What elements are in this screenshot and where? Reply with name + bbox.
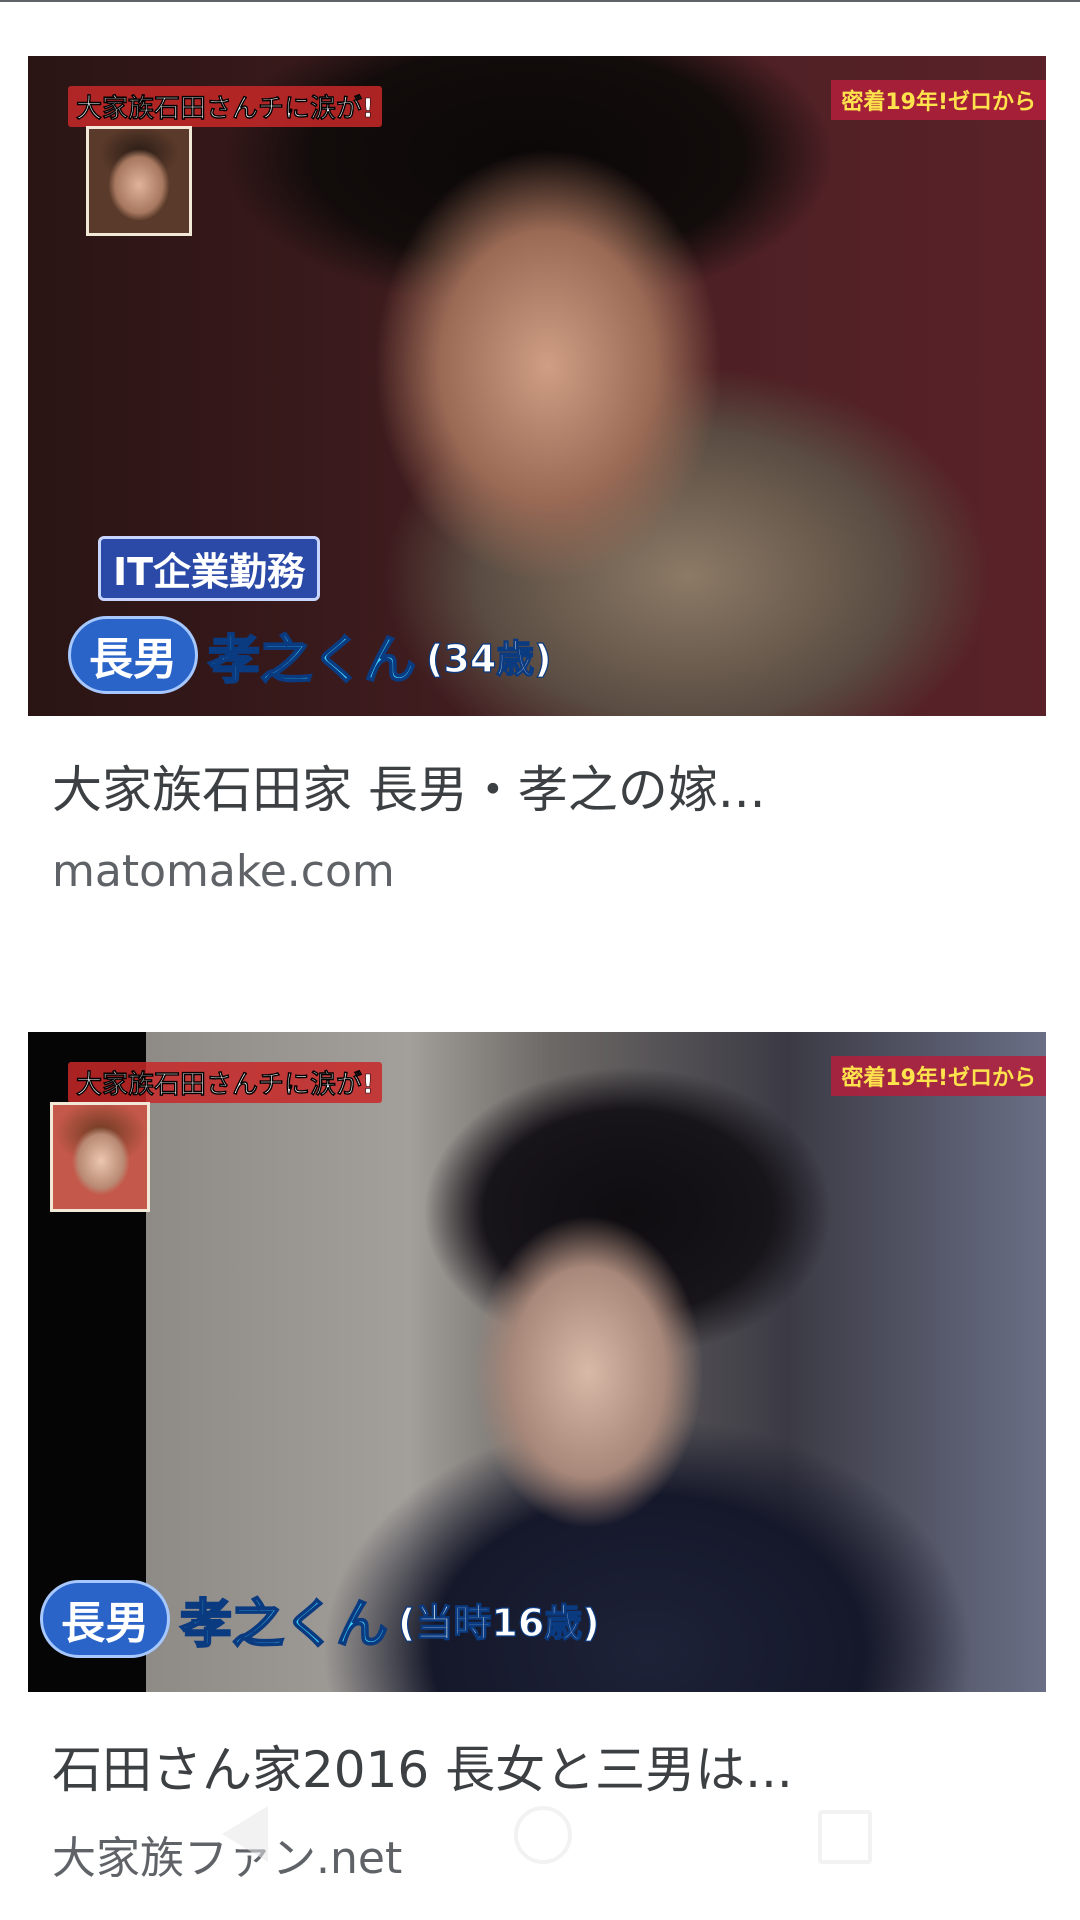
thumbnail-corner-text: 密着19年!ゼロから xyxy=(831,1056,1046,1096)
thumbnail-banner-text: 大家族石田さんチに涙が! xyxy=(68,86,382,127)
caption-age: (当時16歳) xyxy=(397,1600,600,1645)
nav-recents-icon[interactable] xyxy=(818,1810,872,1864)
caption-role-pill: 長男 xyxy=(40,1580,170,1658)
caption-role-pill: 長男 xyxy=(68,616,198,694)
top-divider xyxy=(0,0,1080,2)
thumbnail-face-inset xyxy=(50,1102,150,1212)
thumbnail-banner-text: 大家族石田さんチに涙が! xyxy=(68,1062,382,1103)
result-title[interactable]: 石田さん家2016 長女と三男は... xyxy=(52,1730,1022,1802)
result-title[interactable]: 大家族石田家 長男・孝之の嫁... xyxy=(52,750,1022,822)
nav-back-icon[interactable] xyxy=(222,1806,268,1862)
nav-home-icon[interactable] xyxy=(514,1806,572,1864)
thumbnail-caption: 長男 孝之くん (34歳) xyxy=(68,616,552,694)
caption-age: (34歳) xyxy=(425,636,552,681)
caption-name: 孝之くん xyxy=(179,1594,389,1656)
thumbnail-face-inset xyxy=(86,126,192,236)
result-thumbnail[interactable]: 大家族石田さんチに涙が! 密着19年!ゼロから 長男 孝之くん (当時16歳) xyxy=(28,1032,1046,1692)
result-thumbnail[interactable]: 大家族石田さんチに涙が! 密着19年!ゼロから IT企業勤務 長男 孝之くん (… xyxy=(28,56,1046,716)
thumbnail-job-badge: IT企業勤務 xyxy=(98,536,321,601)
thumbnail-caption: 長男 孝之くん (当時16歳) xyxy=(40,1580,600,1658)
thumbnail-corner-text: 密着19年!ゼロから xyxy=(831,80,1046,120)
caption-name: 孝之くん xyxy=(207,630,417,692)
result-source[interactable]: matomake.com xyxy=(52,846,395,897)
